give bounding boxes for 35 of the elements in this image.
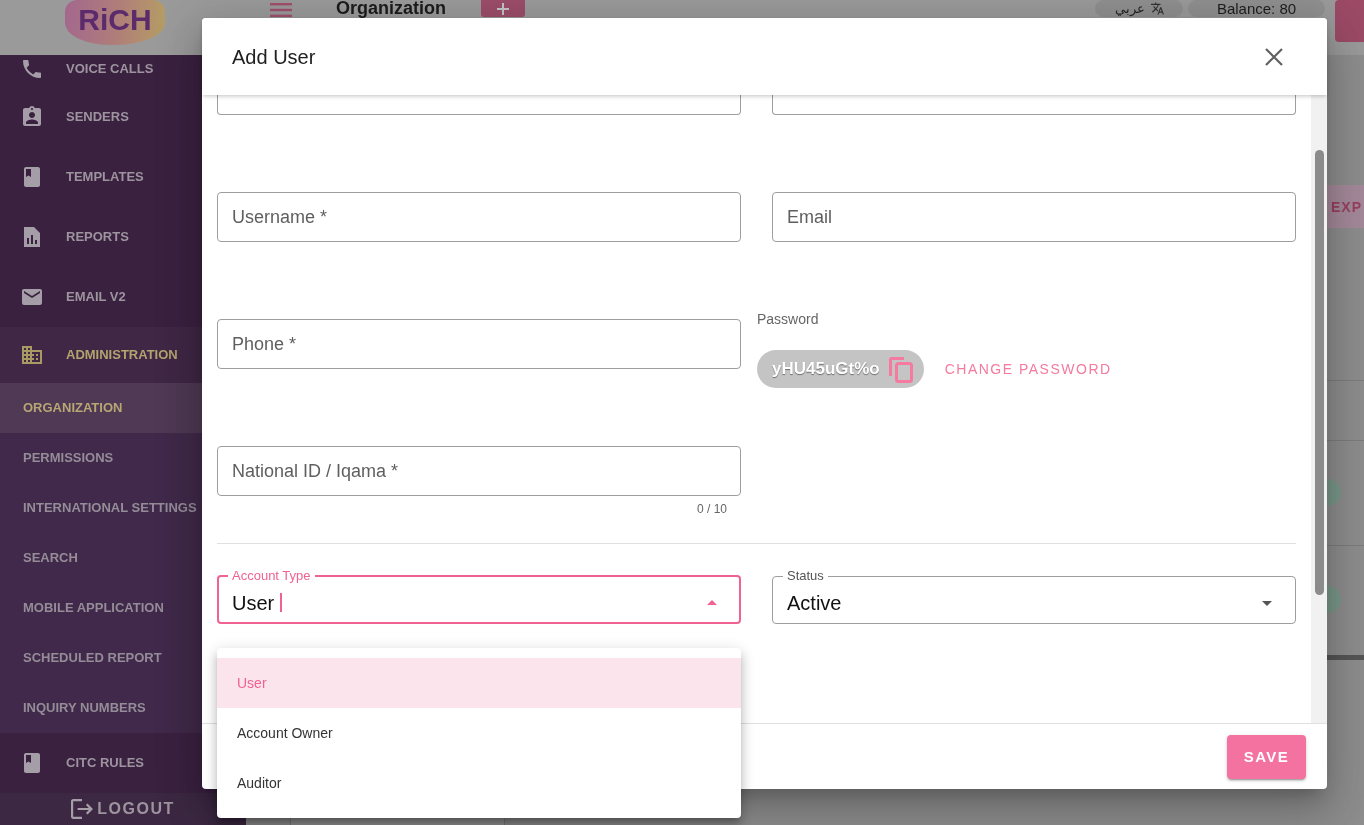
text-field[interactable]: National ID / Iqama * [217,446,741,496]
dialog-title: Add User [232,44,316,69]
text-cursor-icon [280,593,283,612]
close-icon[interactable] [1264,46,1284,67]
text-field[interactable]: Email [772,192,1296,242]
dropdown-field[interactable]: Status Active [772,569,1296,624]
change-password-button[interactable]: CHANGE PASSWORD [944,359,1112,380]
language-button[interactable]: عربي [1095,0,1183,17]
character-counter: 0 / 10 [695,502,728,516]
caret-icon[interactable] [1262,600,1272,606]
dropdown-field[interactable]: Account Type User [217,569,741,624]
page-title: Organization [336,0,446,16]
password-text: yHU45uGt%o [772,359,880,380]
menu-icon[interactable] [270,3,292,17]
building-icon [20,343,44,367]
app-logo: RiCH [65,0,165,45]
dropdown-option[interactable]: User [217,658,741,708]
sidebar-item[interactable]: SENDERS [0,87,246,147]
caret-icon[interactable] [707,600,717,605]
plus-icon [497,2,509,15]
text-field[interactable]: Username * [217,192,741,242]
text-field[interactable] [217,95,741,115]
add-button[interactable] [481,0,525,17]
translate-icon [1150,2,1164,15]
phone-icon [20,57,44,81]
text-field[interactable] [772,95,1296,115]
logout-icon [71,798,94,820]
text-field[interactable]: Phone * [217,319,741,369]
scrollbar-thumb[interactable] [1314,150,1324,595]
balance-chip: Balance: 80 [1188,0,1325,17]
horizontal-scrollbar [1327,655,1364,660]
contact-card-icon [20,105,44,129]
field-label: Password [757,312,819,326]
logout-button[interactable]: LOGOUT [0,793,246,825]
save-button[interactable]: SAVE [1227,734,1306,779]
